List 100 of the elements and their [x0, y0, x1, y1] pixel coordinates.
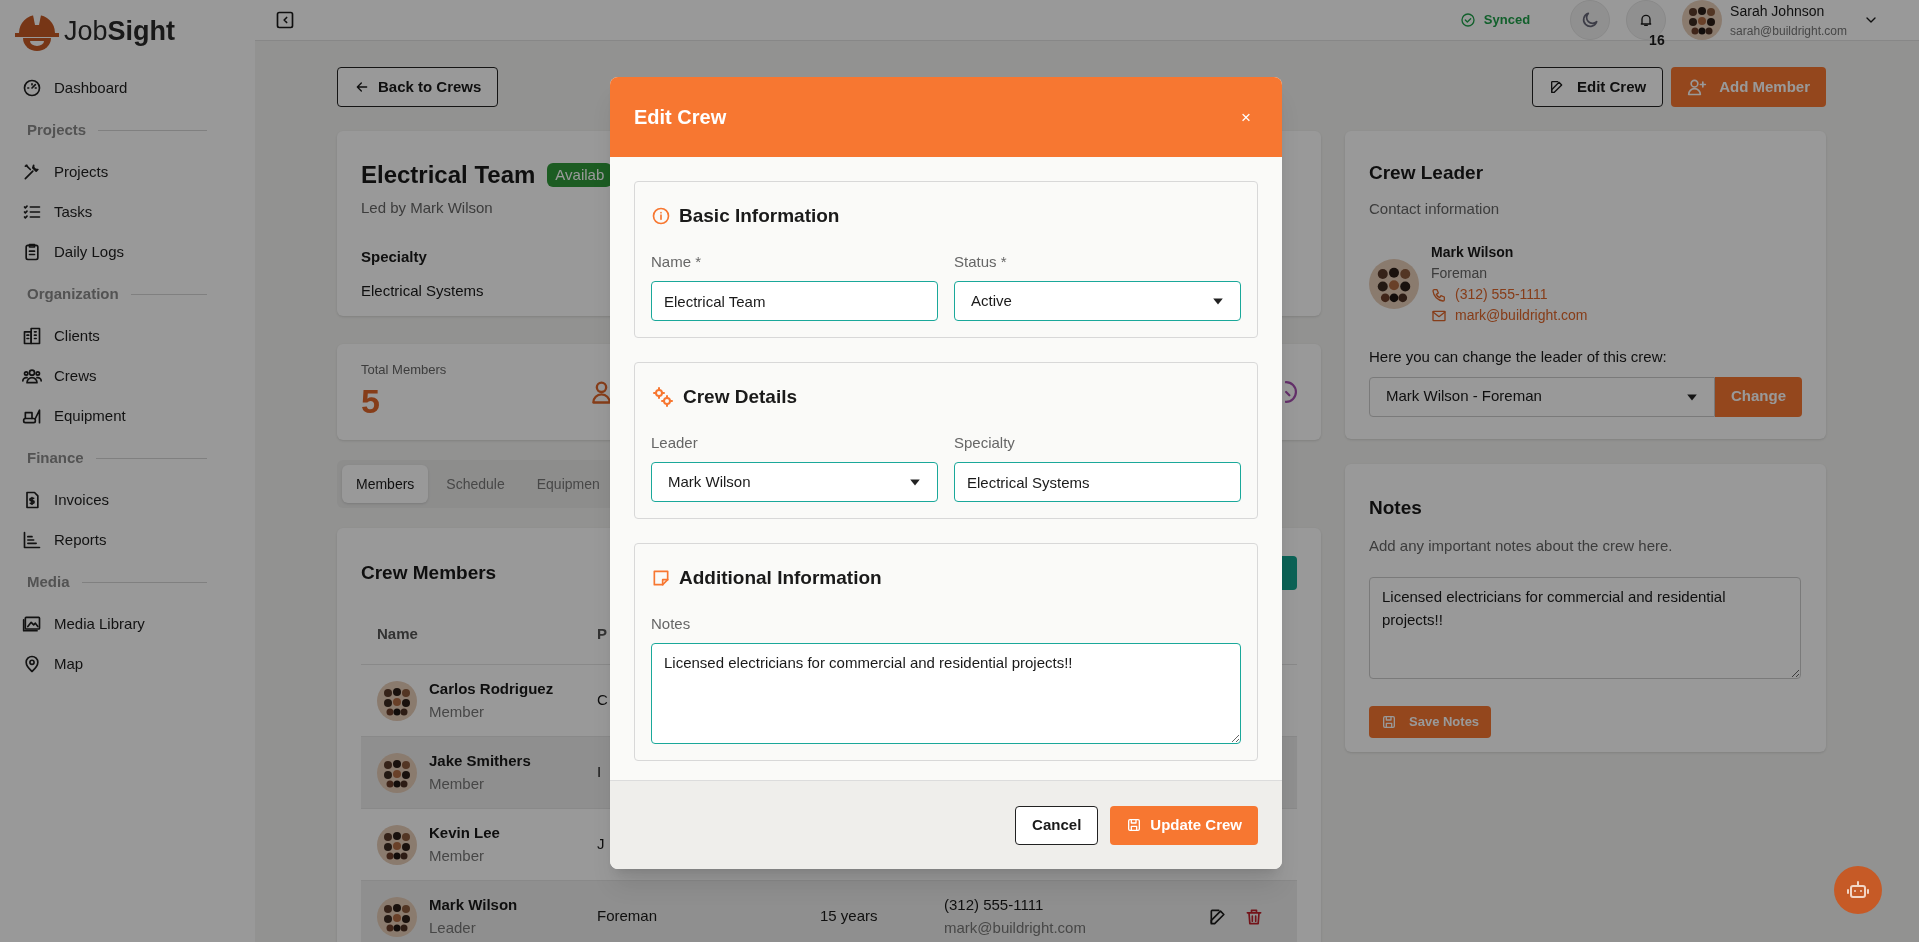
back-button[interactable]: Back to Crews [337, 67, 499, 107]
avatar [377, 824, 417, 865]
sidebar-link[interactable]: Crews [0, 356, 255, 396]
crew-name: Electrical Team [361, 160, 536, 190]
section-title: Crew Details [683, 385, 798, 409]
card-title: Crew Leader [1369, 161, 1485, 185]
table-cell-text: Foreman [597, 906, 659, 927]
member-role: Member [429, 773, 485, 794]
save-icon [1126, 817, 1143, 833]
section-heading: Projects [27, 119, 87, 140]
text-field[interactable]: Electrical Team [651, 281, 938, 321]
sidebar-link[interactable]: Clients [0, 316, 255, 356]
edit-crew-button[interactable]: Edit Crew [1531, 67, 1664, 107]
theme-toggle[interactable] [1570, 0, 1611, 40]
leader-text: Led by Mark Wilson [361, 198, 493, 218]
phone-icon [1431, 286, 1447, 303]
sidebar-link[interactable]: Invoices [0, 480, 255, 520]
leader-position: Foreman [1431, 264, 1489, 283]
field-label: Name * [651, 251, 703, 272]
stat-label: Total Members [361, 361, 448, 379]
cancel-button[interactable]: Cancel [1015, 805, 1099, 845]
sidebar-link[interactable]: Media Library [0, 604, 255, 644]
clipboard-icon [22, 242, 42, 262]
field-label: Specialty [954, 432, 1016, 453]
member-name: Kevin Lee [429, 823, 500, 843]
notes-field[interactable]: Licensed electricians for commercial and residential projects!! [1369, 577, 1801, 679]
status-badge: Availab [547, 162, 613, 188]
assistant-button[interactable] [1834, 866, 1882, 914]
member-role: Member [429, 845, 485, 866]
table-cell-text: J [597, 834, 606, 855]
leader-select[interactable]: Mark Wilson - Foreman [1369, 376, 1715, 417]
user-name: Sarah Johnson [1730, 1, 1826, 21]
column-header: Name [377, 623, 419, 644]
avatar [377, 752, 417, 793]
machine-icon [22, 406, 42, 426]
user-plus-icon [1687, 77, 1708, 97]
bar-chart-icon [22, 530, 42, 550]
field-label: Status * [954, 251, 1008, 272]
avatar [377, 896, 417, 937]
dialog-title: Edit Crew [634, 105, 727, 130]
specialty-text: Electrical Systems [361, 281, 484, 301]
field-label: Leader [651, 432, 699, 453]
notes-field[interactable]: Licensed electricians for commercial and residential projects!! [651, 643, 1241, 744]
stat-value: 5 [361, 380, 381, 422]
brand-name: JobSight [64, 14, 176, 48]
tab[interactable]: Members [342, 465, 429, 503]
arrow-left-icon [354, 79, 370, 95]
phone-text: (312) 555-1111 [944, 895, 1045, 915]
map-pin-icon [22, 654, 42, 674]
avatar [377, 680, 417, 721]
sidebar-link[interactable]: Tasks [0, 192, 255, 232]
checklist-icon [22, 202, 42, 222]
select-field[interactable]: Active [954, 281, 1241, 321]
clock-icon [1285, 378, 1297, 406]
section-heading: Media [27, 571, 70, 592]
sync-status: Synced [1483, 11, 1531, 30]
section-heading: Organization [27, 283, 119, 304]
column-header: P [597, 623, 607, 644]
check-circle-icon [1459, 12, 1476, 28]
specialty-label: Specialty [361, 246, 427, 267]
sidebar-link[interactable]: Reports [0, 520, 255, 560]
email-text: mark@buildright.com [944, 917, 1087, 938]
user-email: sarah@buildright.com [1730, 22, 1847, 40]
section-title: Basic Information [679, 204, 840, 228]
select-field[interactable]: Mark Wilson [651, 462, 938, 502]
save-icon [1381, 714, 1397, 730]
text-field[interactable]: Electrical Systems [954, 462, 1241, 502]
building-icon [22, 326, 42, 346]
card-subtitle: Contact information [1369, 198, 1501, 219]
sidebar-link[interactable]: Projects [0, 152, 255, 192]
sidebar-link[interactable]: Dashboard [0, 68, 255, 108]
sidebar-link[interactable]: Daily Logs [0, 232, 255, 272]
notification-count: 16 [1649, 33, 1665, 47]
section-title: Additional Information [679, 566, 882, 590]
card-description: Add any important notes about the crew here. [1369, 535, 1674, 556]
sidebar-link[interactable]: Equipment [0, 396, 255, 436]
table-cell-text: 15 years [820, 906, 879, 927]
member-name: Mark Wilson [429, 895, 518, 915]
tools-icon [22, 162, 42, 182]
card-title: Crew Members [361, 560, 497, 585]
image-icon [22, 614, 42, 634]
member-name: Carlos Rodriguez [429, 679, 554, 699]
sidebar-link[interactable]: Map [0, 644, 255, 684]
avatar [1369, 259, 1419, 309]
edit-icon [1548, 79, 1565, 95]
member-name: Jake Smithers [429, 751, 531, 771]
note-icon [651, 568, 671, 589]
sidebar-toggle-icon [275, 10, 295, 30]
leader-name: Mark Wilson [1431, 243, 1515, 262]
card-title: Notes [1369, 496, 1423, 520]
table-cell-text: C [597, 690, 609, 711]
info-icon [651, 206, 671, 227]
table-cell-text: I [597, 762, 603, 783]
field-label: Notes [651, 613, 692, 634]
gauge-icon [22, 78, 42, 98]
member-role: Leader [429, 917, 477, 938]
member-role: Member [429, 701, 485, 722]
users-icon [22, 366, 42, 386]
section-heading: Finance [27, 447, 84, 468]
change-leader-text: Here you can change the leader of this crew: [1369, 347, 1668, 367]
